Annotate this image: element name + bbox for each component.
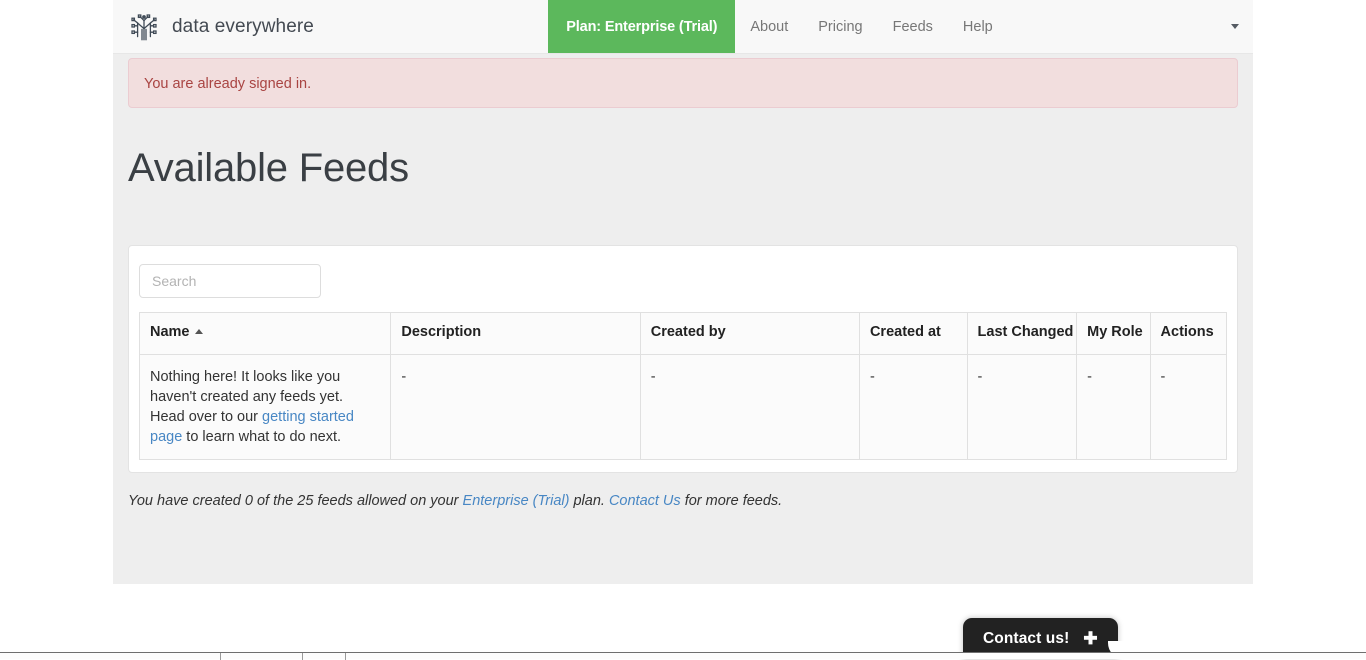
alert-message: You are already signed in. bbox=[144, 76, 312, 92]
cell-my-role: - bbox=[1076, 354, 1151, 460]
empty-state-cell: Nothing here! It looks like you haven't … bbox=[138, 354, 392, 460]
status-alert: You are already signed in. bbox=[128, 58, 1238, 108]
feed-quota-note: You have created 0 of the 25 feeds allow… bbox=[128, 491, 1238, 511]
column-header-description[interactable]: Description bbox=[390, 312, 641, 355]
browser-viewport: data everywhere Plan: Enterprise (Trial)… bbox=[0, 0, 1366, 660]
feeds-table-head: Name Description Created by Created at L… bbox=[138, 312, 1228, 355]
column-header-created-by[interactable]: Created by bbox=[639, 312, 860, 355]
browser-bottom-bar bbox=[0, 652, 1366, 660]
column-header-actions[interactable]: Actions bbox=[1149, 312, 1228, 355]
contact-us-label: Contact us! bbox=[983, 629, 1070, 647]
nav-item-help[interactable]: Help bbox=[948, 0, 1008, 53]
column-header-last-changed[interactable]: Last Changed bbox=[966, 312, 1078, 355]
chevron-down-icon bbox=[1231, 24, 1240, 29]
brand-name: data everywhere bbox=[172, 15, 314, 37]
network-tree-logo-icon bbox=[128, 11, 160, 43]
column-header-my-role[interactable]: My Role bbox=[1076, 312, 1151, 355]
plus-icon: ✚ bbox=[1083, 629, 1098, 648]
top-navbar: data everywhere Plan: Enterprise (Trial)… bbox=[113, 0, 1253, 54]
quota-text-1: You have created 0 of the 25 feeds allow… bbox=[128, 493, 463, 509]
nav-item-feeds[interactable]: Feeds bbox=[878, 0, 948, 53]
feeds-panel: Name Description Created by Created at L… bbox=[128, 245, 1238, 473]
table-row: Nothing here! It looks like you haven't … bbox=[138, 354, 1228, 460]
quota-text-3: for more feeds. bbox=[680, 493, 783, 509]
account-dropdown-toggle[interactable] bbox=[1227, 0, 1249, 53]
search-input[interactable] bbox=[139, 264, 321, 298]
column-header-name[interactable]: Name bbox=[138, 312, 392, 355]
empty-state-text-after: to learn what to do next. bbox=[182, 429, 342, 445]
nav-item-plan[interactable]: Plan: Enterprise (Trial) bbox=[548, 0, 736, 53]
search-row bbox=[139, 264, 1227, 312]
contact-us-link[interactable]: Contact Us bbox=[609, 493, 681, 509]
page-title: Available Feeds bbox=[128, 146, 409, 190]
nav-item-about[interactable]: About bbox=[735, 0, 803, 53]
feeds-table-body: Nothing here! It looks like you haven't … bbox=[138, 354, 1228, 460]
table-header-row: Name Description Created by Created at L… bbox=[138, 312, 1228, 355]
nav-item-pricing[interactable]: Pricing bbox=[803, 0, 877, 53]
navbar-spacer-right bbox=[1008, 0, 1227, 53]
feeds-table: Name Description Created by Created at L… bbox=[138, 312, 1228, 460]
sort-ascending-icon bbox=[194, 329, 203, 334]
quota-plan-link[interactable]: Enterprise (Trial) bbox=[463, 493, 570, 509]
page-container: You are already signed in. Available Fee… bbox=[128, 58, 1238, 511]
cell-actions: - bbox=[1149, 354, 1228, 460]
cell-description: - bbox=[390, 354, 641, 460]
navbar-menu: Plan: Enterprise (Trial) About Pricing F… bbox=[548, 0, 1007, 53]
cell-created-by: - bbox=[639, 354, 860, 460]
cell-created-at: - bbox=[858, 354, 968, 460]
navbar-spacer bbox=[329, 0, 548, 53]
brand-home-link[interactable]: data everywhere bbox=[113, 0, 329, 53]
quota-text-2: plan. bbox=[569, 493, 609, 509]
column-header-name-label: Name bbox=[150, 324, 190, 340]
cell-last-changed: - bbox=[966, 354, 1078, 460]
column-header-created-at[interactable]: Created at bbox=[858, 312, 968, 355]
page-frame: data everywhere Plan: Enterprise (Trial)… bbox=[113, 0, 1253, 584]
